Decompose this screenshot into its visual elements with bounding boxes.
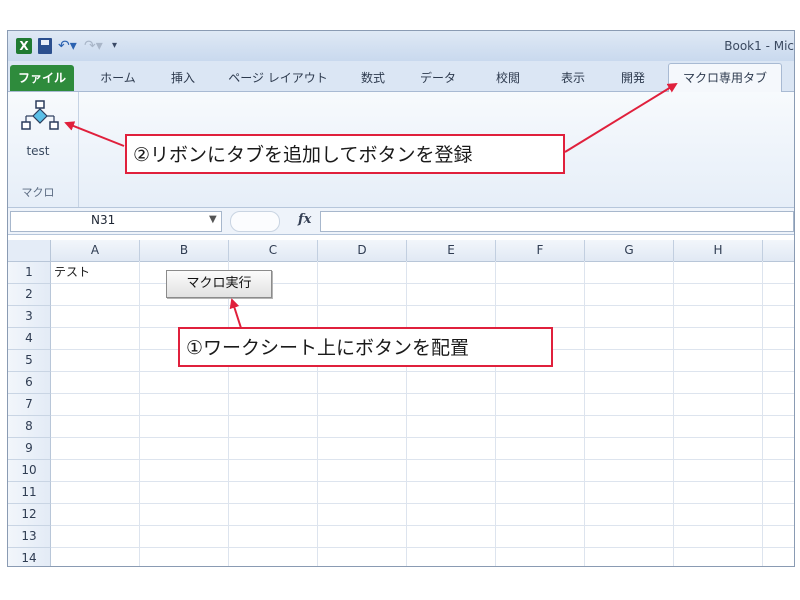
worksheet-grid[interactable]: A B C D E F G H 1 2 3 4 5 6 7 8 9 10 11 … xyxy=(8,240,794,566)
grid-line xyxy=(317,261,318,566)
column-header[interactable]: D xyxy=(318,240,407,262)
row-header[interactable]: 14 xyxy=(8,548,51,566)
tab-developer[interactable]: 開発 xyxy=(608,65,658,91)
formula-controls xyxy=(230,211,280,232)
save-icon[interactable] xyxy=(38,38,52,54)
macro-flowchart-icon xyxy=(21,100,59,130)
cell-a1-text[interactable]: テスト xyxy=(54,263,90,280)
tab-review[interactable]: 校閲 xyxy=(483,65,533,91)
row-header[interactable]: 12 xyxy=(8,504,51,526)
window-title: Book1 - Mic xyxy=(724,39,794,53)
ribbon-tab-bar: ファイル ホーム 挿入 ページ レイアウト 数式 データ 校閲 表示 開発 マク… xyxy=(8,61,794,93)
grid-line xyxy=(51,283,794,284)
ribbon-macro-button-label: test xyxy=(26,144,50,158)
grid-line xyxy=(51,305,794,306)
row-header[interactable]: 10 xyxy=(8,460,51,482)
formula-input[interactable] xyxy=(320,211,794,232)
excel-app-icon[interactable]: X xyxy=(16,38,32,54)
column-header[interactable]: H xyxy=(674,240,763,262)
row-header[interactable]: 11 xyxy=(8,482,51,504)
customize-toolbar-icon[interactable]: ▾ xyxy=(112,38,122,54)
grid-line xyxy=(51,371,794,372)
grid-line xyxy=(51,393,794,394)
grid-line xyxy=(51,459,794,460)
column-header[interactable]: C xyxy=(229,240,318,262)
title-bar: X ↶▾ ↷▾ ▾ Book1 - Mic xyxy=(8,31,794,61)
column-header[interactable]: E xyxy=(407,240,496,262)
name-box-value: N31 xyxy=(91,213,116,227)
excel-window: X ↶▾ ↷▾ ▾ Book1 - Mic ファイル ホーム 挿入 ページ レイ… xyxy=(7,30,795,567)
column-header[interactable]: B xyxy=(140,240,229,262)
row-header[interactable]: 13 xyxy=(8,526,51,548)
grid-line xyxy=(228,261,229,566)
tab-insert[interactable]: 挿入 xyxy=(158,65,208,91)
row-header[interactable]: 1 xyxy=(8,262,51,284)
column-header[interactable]: A xyxy=(51,240,140,262)
tab-macro-custom[interactable]: マクロ専用タブ xyxy=(668,63,782,93)
chevron-down-icon[interactable]: ▼ xyxy=(209,214,217,225)
sheet-annotation: ①ワークシート上にボタンを配置 xyxy=(178,327,553,367)
grid-line xyxy=(51,547,794,548)
grid-line xyxy=(673,261,674,566)
tab-formulas[interactable]: 数式 xyxy=(348,65,398,91)
grid-line xyxy=(51,525,794,526)
run-macro-button[interactable]: マクロ実行 xyxy=(166,270,272,298)
grid-line xyxy=(51,481,794,482)
row-header[interactable]: 2 xyxy=(8,284,51,306)
ribbon-group-macro: test マクロ xyxy=(8,92,79,207)
grid-line xyxy=(139,261,140,566)
tab-file[interactable]: ファイル xyxy=(10,65,74,91)
formula-bar: N31 ▼ fx xyxy=(8,208,794,235)
row-header[interactable]: 3 xyxy=(8,306,51,328)
column-header[interactable]: F xyxy=(496,240,585,262)
ribbon-group-label: マクロ xyxy=(21,186,55,199)
insert-function-icon[interactable]: fx xyxy=(298,212,311,227)
grid-line xyxy=(584,261,585,566)
grid-line xyxy=(51,503,794,504)
tab-page-layout[interactable]: ページ レイアウト xyxy=(218,65,338,91)
row-header[interactable]: 8 xyxy=(8,416,51,438)
grid-line xyxy=(406,261,407,566)
column-header[interactable]: G xyxy=(585,240,674,262)
tab-view[interactable]: 表示 xyxy=(548,65,598,91)
grid-line xyxy=(51,437,794,438)
select-all-corner[interactable] xyxy=(8,240,51,262)
tab-home[interactable]: ホーム xyxy=(88,65,148,91)
redo-icon[interactable]: ↷▾ xyxy=(84,38,106,54)
column-header[interactable] xyxy=(763,240,794,262)
row-header[interactable]: 6 xyxy=(8,372,51,394)
name-box[interactable]: N31 ▼ xyxy=(10,211,222,232)
undo-icon[interactable]: ↶▾ xyxy=(58,38,80,54)
row-header[interactable]: 9 xyxy=(8,438,51,460)
grid-line xyxy=(51,415,794,416)
tab-data[interactable]: データ xyxy=(408,65,468,91)
ribbon-annotation: ②リボンにタブを追加してボタンを登録 xyxy=(125,134,565,174)
grid-line xyxy=(495,261,496,566)
grid-line xyxy=(762,261,763,566)
row-header[interactable]: 5 xyxy=(8,350,51,372)
row-header[interactable]: 7 xyxy=(8,394,51,416)
row-header[interactable]: 4 xyxy=(8,328,51,350)
